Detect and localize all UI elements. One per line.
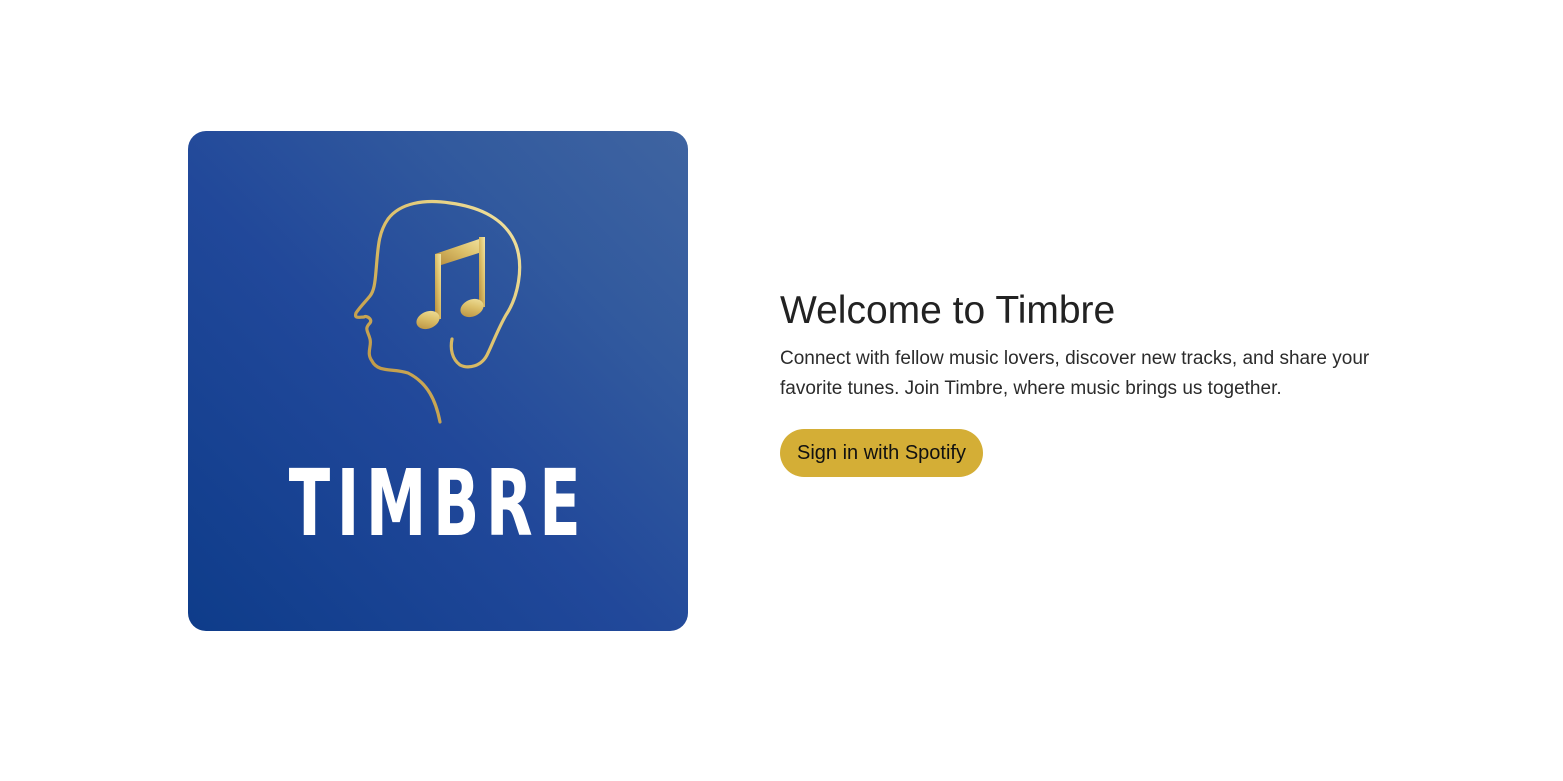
timbre-logo: TIMBRE (188, 131, 688, 631)
logo-wordmark: TIMBRE (288, 450, 588, 557)
page-title: Welcome to Timbre (780, 289, 1116, 332)
sign-in-with-spotify-button[interactable]: Sign in with Spotify (780, 429, 983, 477)
login-page: TIMBRE Welcome to Timbre Connect with fe… (0, 0, 1563, 781)
hero-content: Welcome to Timbre Connect with fellow mu… (780, 288, 1440, 477)
page-description: Connect with fellow music lovers, discov… (780, 348, 1370, 399)
